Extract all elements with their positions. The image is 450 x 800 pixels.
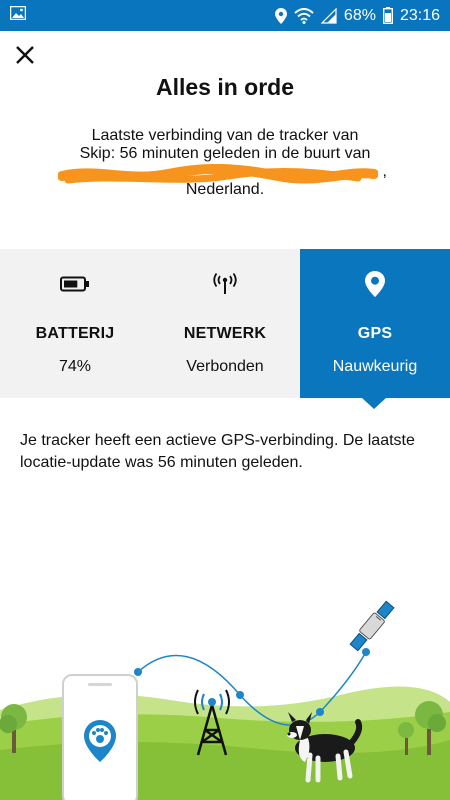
gps-pin-icon	[365, 271, 385, 297]
tile-network[interactable]: NETWERK Verbonden	[150, 249, 300, 398]
tile-gps[interactable]: GPS Nauwkeurig	[300, 249, 450, 409]
connection-status-text: Laatste verbinding van de tracker van Sk…	[45, 127, 405, 199]
connection-line-1: Laatste verbinding van de tracker van	[91, 127, 359, 144]
tracker-illustration	[0, 600, 450, 800]
battery-percent: 68%	[343, 6, 376, 24]
battery-icon	[382, 7, 393, 24]
wifi-icon	[294, 7, 314, 24]
redaction-scribble	[58, 164, 378, 184]
signal-icon	[320, 7, 337, 24]
tile-network-label: NETWERK	[183, 325, 267, 342]
tile-battery-label: BATTERIJ	[35, 325, 115, 342]
status-tiles: BATTERIJ 74% NETWERK Verbonden GPS Nauwk…	[0, 249, 450, 409]
battery-icon	[60, 271, 90, 297]
gps-description: Je tracker heeft een actieve GPS-verbind…	[20, 432, 415, 471]
tile-network-value: Verbonden	[186, 358, 264, 375]
image-icon	[9, 5, 27, 25]
clock: 23:16	[399, 6, 440, 24]
antenna-icon	[212, 271, 238, 297]
tile-battery[interactable]: BATTERIJ 74%	[0, 249, 150, 398]
satellite-icon	[349, 600, 395, 652]
close-icon	[16, 46, 34, 64]
tile-gps-label: GPS	[357, 325, 393, 342]
close-button[interactable]	[10, 40, 40, 70]
status-bar: 68% 23:16	[0, 0, 450, 31]
page-title: Alles in orde	[155, 74, 295, 100]
tile-gps-value: Nauwkeurig	[332, 358, 418, 375]
tile-battery-value: 74%	[58, 358, 92, 375]
connection-line-2: Skip: 56 minuten geleden in de buurt van	[79, 145, 371, 162]
phone-illustration	[62, 674, 138, 800]
location-icon	[274, 7, 287, 24]
